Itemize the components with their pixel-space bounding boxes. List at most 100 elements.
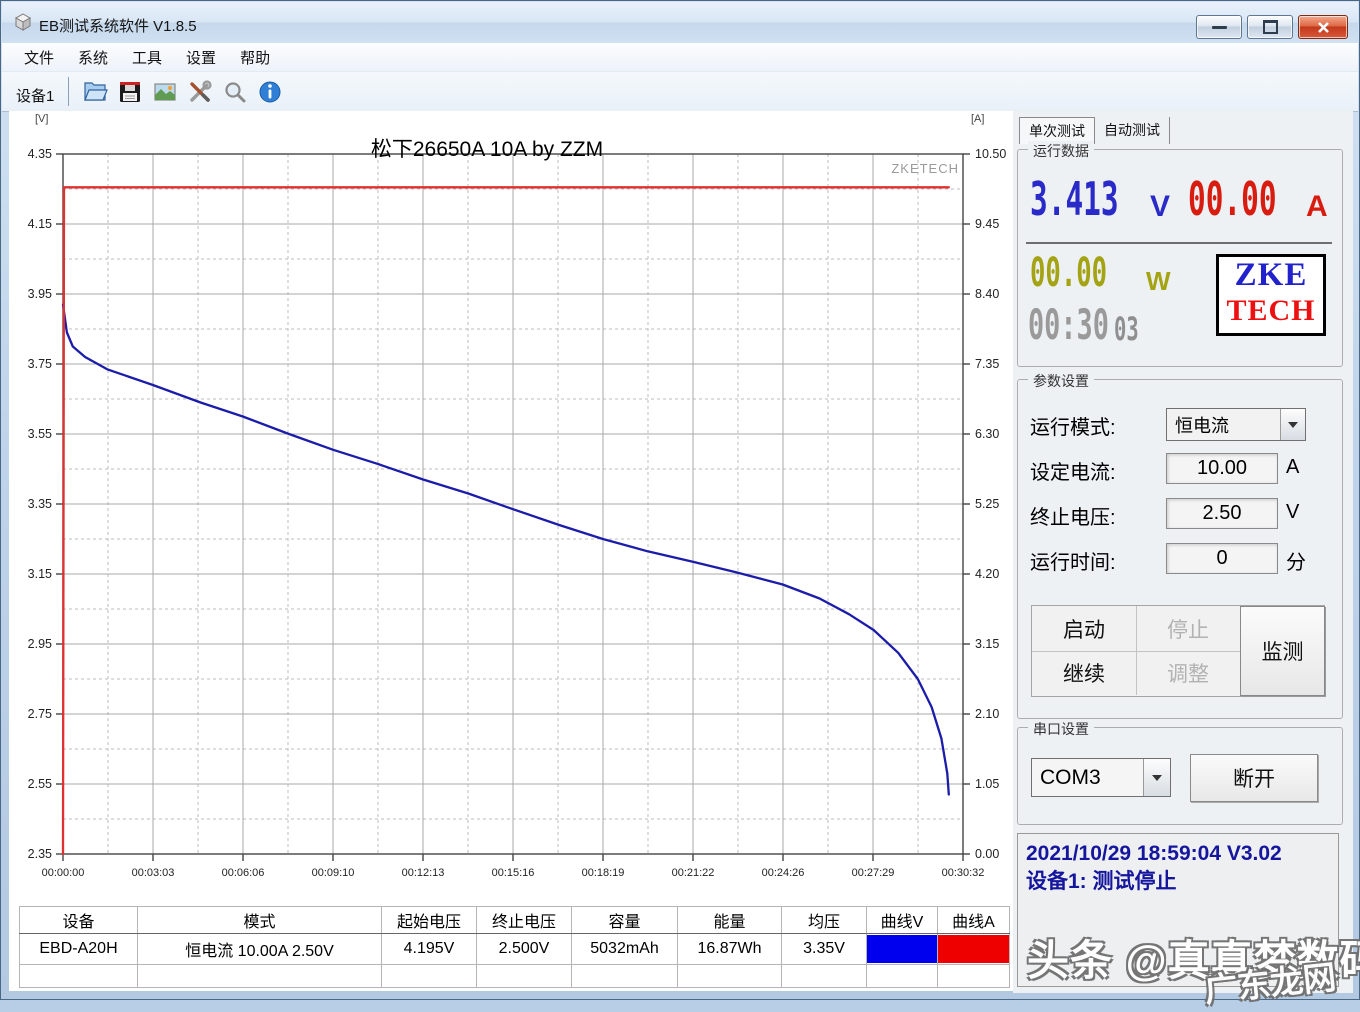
- svg-text:4.15: 4.15: [28, 217, 52, 231]
- set-current-label: 设定电流:: [1030, 462, 1116, 484]
- status-device-state: 设备1: 测试停止: [1026, 870, 1177, 893]
- svg-text:3.35: 3.35: [28, 497, 52, 511]
- col-start-voltage: 起始电压: [381, 906, 477, 934]
- col-curve-v: 曲线V: [866, 906, 938, 934]
- app-icon: [14, 13, 32, 31]
- run-mode-dropdown-button[interactable]: [1280, 409, 1305, 440]
- close-icon: [1317, 21, 1329, 33]
- window-controls: [1196, 15, 1348, 39]
- cutoff-voltage-unit: V: [1286, 501, 1300, 523]
- current-display: 00.00: [1188, 172, 1277, 226]
- minimize-icon: [1211, 25, 1227, 29]
- current-unit: A: [1306, 190, 1328, 223]
- tools-icon: [189, 79, 212, 102]
- run-data-separator: [1026, 242, 1332, 244]
- run-mode-row: 运行模式: 恒电流: [1018, 408, 1342, 441]
- image-export-icon: [153, 82, 176, 101]
- power-display: 00.00: [1030, 250, 1108, 296]
- cell-energy: 16.87Wh: [677, 933, 782, 965]
- menu-file[interactable]: 文件: [12, 43, 66, 72]
- col-avg-voltage: 均压: [781, 906, 867, 934]
- zketech-logo-line2: TECH: [1226, 294, 1316, 327]
- minimize-button[interactable]: [1196, 15, 1242, 39]
- zketech-logo: ZKE TECH: [1216, 254, 1326, 336]
- maximize-button[interactable]: [1247, 15, 1293, 39]
- cell-avg-voltage: 3.35V: [781, 933, 867, 965]
- svg-text:3.95: 3.95: [28, 287, 52, 301]
- tools-button[interactable]: [185, 77, 214, 106]
- close-button[interactable]: [1298, 15, 1348, 39]
- curve-a-color-swatch: [938, 935, 1009, 963]
- current-curve: [61, 186, 950, 856]
- about-button[interactable]: [255, 77, 284, 106]
- open-file-button[interactable]: [80, 77, 109, 106]
- resume-button[interactable]: 继续: [1032, 651, 1137, 695]
- run-time-unit: 分: [1286, 552, 1306, 574]
- export-image-button[interactable]: [150, 77, 179, 106]
- run-time-input[interactable]: 0: [1166, 543, 1278, 574]
- cell-curve-v-swatch: [866, 933, 938, 965]
- col-mode: 模式: [137, 906, 382, 934]
- client-area: [V] [A] 松下26650A 10A by ZZM ZKETECH 4.35…: [9, 111, 1360, 1009]
- com-port-dropdown-button[interactable]: [1143, 759, 1170, 796]
- chart-panel: [V] [A] 松下26650A 10A by ZZM ZKETECH 4.35…: [11, 111, 1009, 898]
- set-current-row: 设定电流: 10.00 A: [1018, 453, 1342, 485]
- tab-separator: [68, 77, 69, 106]
- maximize-icon: [1262, 20, 1278, 34]
- tab-auto-test[interactable]: 自动测试: [1095, 117, 1170, 144]
- menu-settings[interactable]: 设置: [174, 43, 228, 72]
- svg-text:2.55: 2.55: [28, 777, 52, 791]
- disconnect-button[interactable]: 断开: [1190, 754, 1318, 802]
- power-unit: W: [1146, 266, 1171, 296]
- control-buttons: 启动 停止 继续 调整 监测: [1031, 605, 1325, 697]
- start-button[interactable]: 启动: [1032, 606, 1137, 652]
- menu-tools[interactable]: 工具: [120, 43, 174, 72]
- col-device: 设备: [19, 906, 138, 934]
- cell-mode: 恒电流 10.00A 2.50V: [137, 933, 382, 965]
- search-button[interactable]: [220, 77, 249, 106]
- right-panel: 单次测试 自动测试 运行数据 3.413 V 00.00 A 00.00 W 0…: [1013, 111, 1353, 993]
- zketech-logo-line1: ZKE: [1234, 257, 1308, 293]
- chevron-down-icon: [1288, 421, 1298, 428]
- set-current-unit: A: [1286, 456, 1300, 478]
- curve-v-color-swatch: [867, 935, 937, 963]
- cell-curve-a-swatch: [937, 933, 1010, 965]
- table-row: EBD-A20H 恒电流 10.00A 2.50V 4.195V 2.500V …: [19, 933, 1010, 965]
- set-current-input[interactable]: 10.00: [1166, 453, 1278, 484]
- svg-text:00:24:26: 00:24:26: [762, 867, 805, 879]
- svg-text:10.50: 10.50: [975, 147, 1006, 161]
- com-port-value: COM3: [1040, 765, 1101, 789]
- menu-system[interactable]: 系统: [66, 43, 120, 72]
- chart-plot: 4.35 10.504.15 9.453.95 8.403.75 7.353.55 6.3…: [28, 147, 1007, 879]
- run-mode-select[interactable]: 恒电流: [1166, 408, 1306, 441]
- svg-text:9.45: 9.45: [975, 217, 999, 231]
- voltage-curve: [61, 303, 950, 796]
- voltage-unit: V: [1150, 190, 1171, 223]
- svg-text:4.20: 4.20: [975, 567, 999, 581]
- cell-capacity: 5032mAh: [571, 933, 678, 965]
- com-port-select[interactable]: COM3: [1031, 758, 1171, 797]
- table-header-row: 设备 模式 起始电压 终止电压 容量 能量 均压 曲线V 曲线A: [19, 906, 1010, 934]
- titlebar: EB测试系统软件 V1.8.5: [2, 2, 1358, 43]
- chart-watermark: ZKETECH: [891, 161, 959, 176]
- monitor-button[interactable]: 监测: [1240, 606, 1325, 696]
- svg-text:2.35: 2.35: [28, 847, 52, 861]
- cutoff-voltage-input[interactable]: 2.50: [1166, 498, 1278, 529]
- menu-help[interactable]: 帮助: [228, 43, 282, 72]
- result-table: 设备 模式 起始电压 终止电压 容量 能量 均压 曲线V 曲线A EBD-A20…: [19, 906, 1010, 988]
- svg-text:2.75: 2.75: [28, 707, 52, 721]
- svg-text:00:12:13: 00:12:13: [402, 867, 445, 879]
- save-button[interactable]: [115, 77, 144, 106]
- svg-text:3.15: 3.15: [28, 567, 52, 581]
- serial-settings-group: 串口设置 COM3 断开: [1017, 719, 1343, 825]
- svg-text:00:06:06: 00:06:06: [222, 867, 265, 879]
- tab-single-test[interactable]: 单次测试: [1019, 117, 1095, 144]
- save-icon: [119, 81, 140, 102]
- svg-text:00:15:16: 00:15:16: [492, 867, 535, 879]
- svg-text:00:00:00: 00:00:00: [42, 867, 85, 879]
- col-capacity: 容量: [571, 906, 678, 934]
- cell-device: EBD-A20H: [19, 933, 138, 965]
- device-tab[interactable]: 设备1: [16, 85, 54, 106]
- col-energy: 能量: [677, 906, 782, 934]
- adjust-button: 调整: [1136, 651, 1241, 695]
